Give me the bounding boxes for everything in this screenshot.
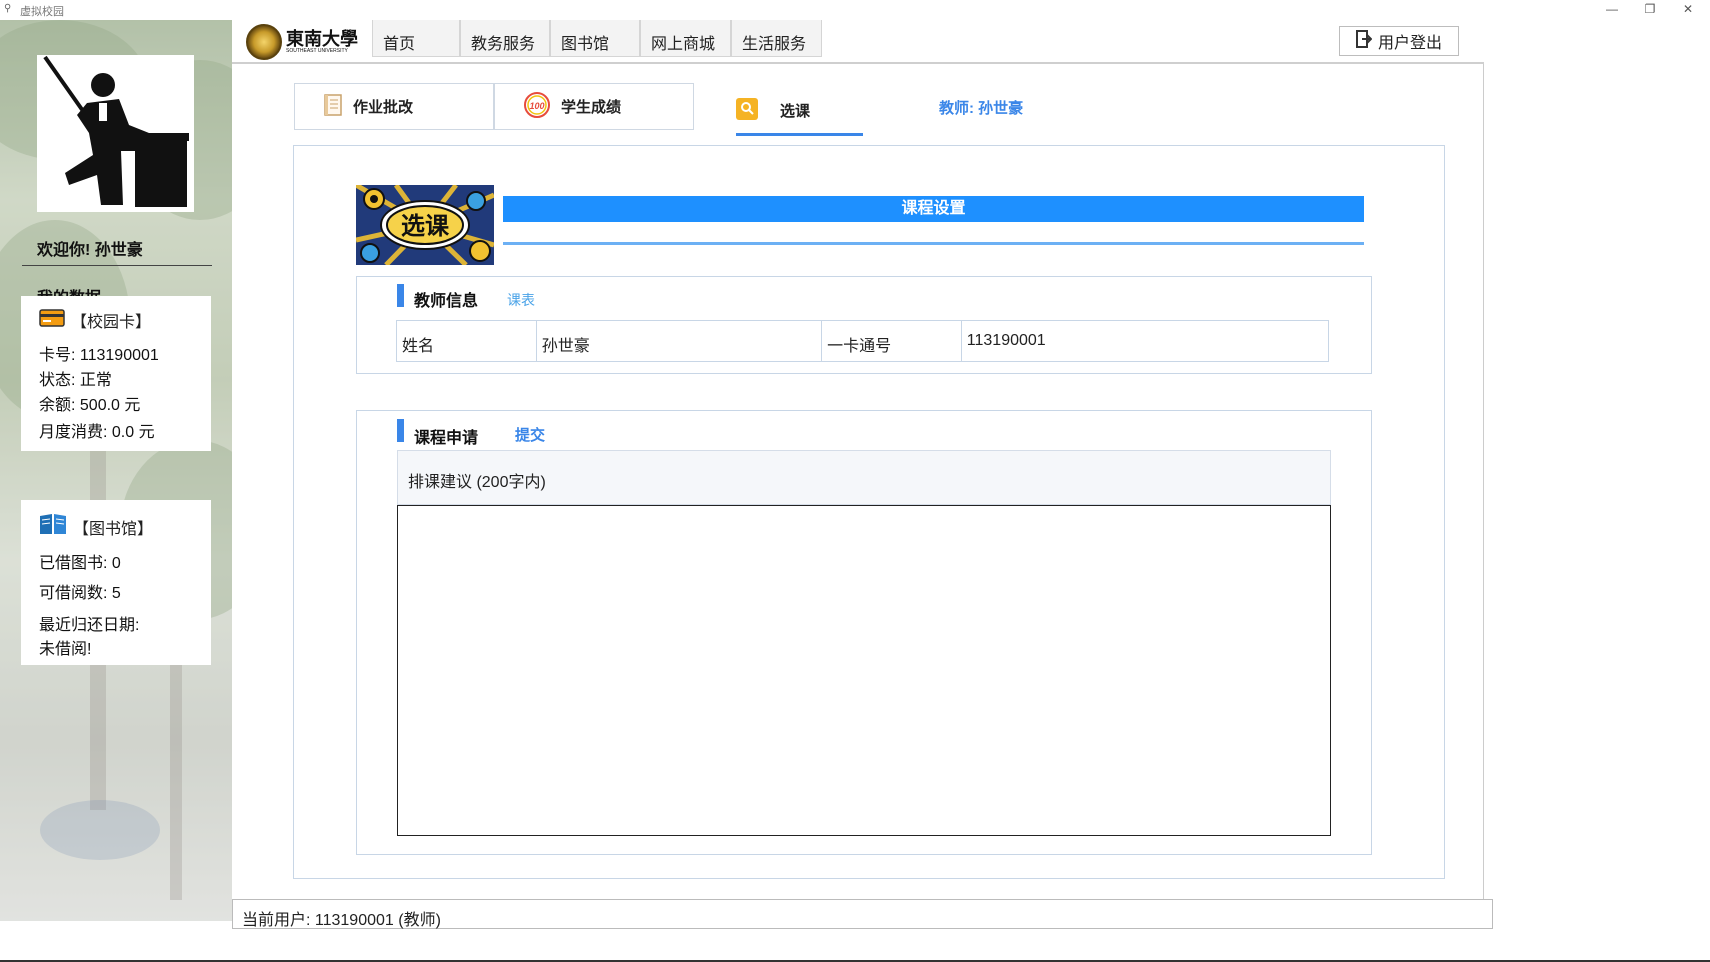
card-monthly-spend: 月度消费: 0.0 元 xyxy=(39,424,155,441)
recent-return-value: 未借阅! xyxy=(39,641,92,658)
university-logo: 東南大學 SOUTHEAST UNIVERSITY xyxy=(246,24,360,60)
score-100-icon: 100 xyxy=(523,91,551,123)
submit-link[interactable]: 提交 xyxy=(515,424,545,445)
svg-text:选课: 选课 xyxy=(401,212,450,240)
course-application-title: 课程申请 xyxy=(414,430,479,447)
card-status: 状态: 正常 xyxy=(39,372,112,389)
logout-icon xyxy=(1355,29,1373,53)
divider xyxy=(503,242,1364,245)
teacher-info-section: 教师信息 课表 姓名 孙世豪 一卡通号 113190001 xyxy=(356,276,1372,374)
course-panel: 选课 课程设置 教师信息 课表 姓名 孙世豪 一卡通号 113190001 课程… xyxy=(293,145,1445,879)
scheduling-suggestion-label: 排课建议 (200字内) xyxy=(397,450,1331,505)
window-title: 虚拟校园 xyxy=(20,6,64,18)
tab-student-scores[interactable]: 100 学生成绩 xyxy=(494,83,694,130)
recent-return-label: 最近归还日期: xyxy=(39,617,140,634)
welcome-text: 欢迎你! 孙世豪 xyxy=(37,242,143,259)
library-title: 【图书馆】 xyxy=(73,520,154,538)
library-panel: 【图书馆】 已借图书: 0 可借阅数: 5 最近归还日期: 未借阅! xyxy=(21,500,211,665)
section-marker xyxy=(397,284,404,307)
borrowed-count: 已借图书: 0 xyxy=(39,555,121,572)
top-navbar: 東南大學 SOUTHEAST UNIVERSITY 首页 教务服务 图书馆 网上… xyxy=(232,20,1484,64)
card-icon xyxy=(39,308,65,332)
teacher-name-label: 教师: 孙世豪 xyxy=(939,100,1024,117)
teacher-info-title: 教师信息 xyxy=(414,293,479,310)
name-label: 姓名 xyxy=(397,321,537,361)
status-bar: 当前用户: 113190001 (教师) xyxy=(232,899,1493,929)
campus-card-panel: 【校园卡】 卡号: 113190001 状态: 正常 余额: 500.0 元 月… xyxy=(21,296,211,451)
logout-button[interactable]: 用户登出 xyxy=(1339,26,1459,56)
card-number-label: 一卡通号 xyxy=(822,321,962,361)
section-marker xyxy=(397,419,404,442)
app-icon: ⚲ xyxy=(4,3,12,14)
close-button[interactable]: ✕ xyxy=(1668,0,1708,20)
minimize-button[interactable]: — xyxy=(1592,0,1632,20)
borrowable-count: 可借阅数: 5 xyxy=(39,585,121,602)
divider xyxy=(22,265,212,266)
nav-life-services[interactable]: 生活服务 xyxy=(731,20,822,57)
scheduling-suggestion-textarea[interactable] xyxy=(397,505,1331,836)
svg-text:100: 100 xyxy=(529,101,544,111)
nav-home[interactable]: 首页 xyxy=(372,20,460,57)
tab-homework-grading[interactable]: 作业批改 xyxy=(294,83,494,130)
card-number: 卡号: 113190001 xyxy=(39,347,159,364)
active-tab-indicator xyxy=(736,133,863,136)
name-value: 孙世豪 xyxy=(537,321,823,361)
restore-button[interactable]: ❐ xyxy=(1630,0,1670,20)
nav-academic-services[interactable]: 教务服务 xyxy=(460,20,550,57)
course-selection-banner-image: 选课 xyxy=(356,185,494,265)
campus-card-title: 【校园卡】 xyxy=(71,314,152,331)
main-area: 東南大學 SOUTHEAST UNIVERSITY 首页 教务服务 图书馆 网上… xyxy=(232,20,1493,929)
card-balance: 余额: 500.0 元 xyxy=(39,397,141,414)
course-settings-title-bar: 课程设置 xyxy=(503,196,1364,222)
sidebar: 欢迎你! 孙世豪 我的数据 【校园卡】 卡号: 113190001 状态: 正常… xyxy=(0,20,232,921)
teacher-avatar xyxy=(37,55,194,212)
university-seal-icon xyxy=(246,24,282,60)
search-icon xyxy=(736,97,758,124)
document-icon xyxy=(323,93,343,120)
card-number-value: 113190001 xyxy=(966,332,1046,349)
window-titlebar: ⚲ 虚拟校园 — ❐ ✕ xyxy=(0,0,1710,20)
book-icon xyxy=(39,513,67,540)
timetable-link[interactable]: 课表 xyxy=(507,290,535,310)
course-application-section: 课程申请 提交 排课建议 (200字内) xyxy=(356,410,1372,855)
nav-library[interactable]: 图书馆 xyxy=(550,20,640,57)
teacher-info-table: 姓名 孙世豪 一卡通号 113190001 xyxy=(396,320,1329,362)
nav-online-mall[interactable]: 网上商城 xyxy=(640,20,731,57)
tab-course-selection[interactable]: 选课 xyxy=(736,94,863,127)
